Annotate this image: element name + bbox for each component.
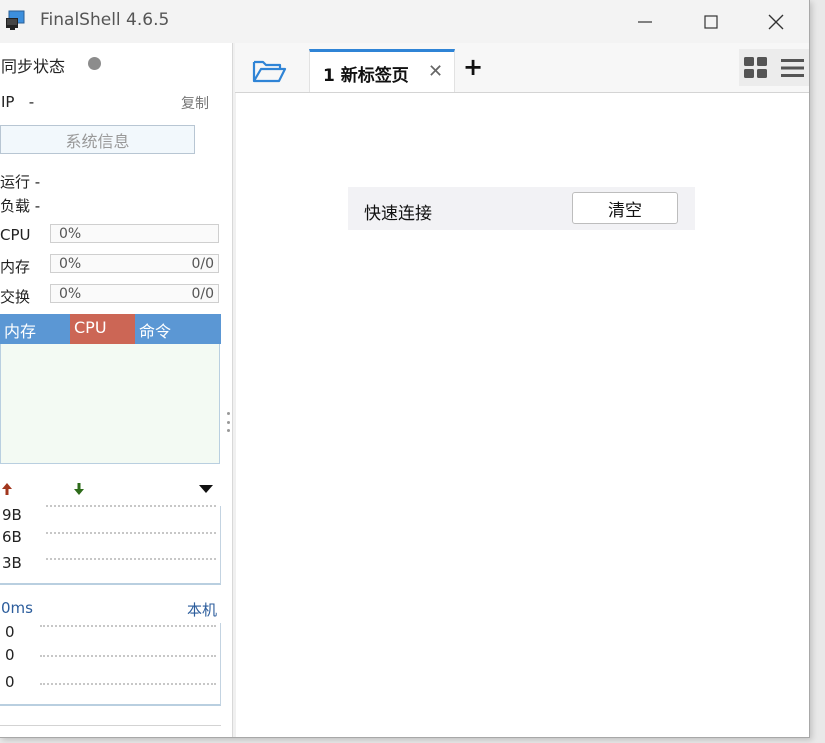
ping-target[interactable]: 本机: [187, 599, 217, 620]
copy-ip-button[interactable]: 复制: [181, 93, 209, 113]
mem-label: 内存: [0, 258, 31, 276]
close-button[interactable]: [743, 0, 809, 43]
left-panel: 同步状态 IP - 复制 系统信息 运行 - 负载 - CPU 0% 内存 0%…: [0, 43, 232, 737]
cpu-label: CPU: [0, 226, 31, 244]
add-tab-icon[interactable]: +: [463, 55, 483, 79]
swap-usage-bar: 0% 0/0: [50, 284, 219, 303]
net-scale-label: 3B: [2, 554, 22, 572]
panel-divider[interactable]: [232, 43, 236, 737]
sync-status-dot: [88, 57, 101, 70]
swap-percent: 0%: [59, 286, 82, 302]
swap-total: 0/0: [191, 286, 214, 302]
ping-scale-label: 0: [5, 646, 15, 664]
ping-gridline: [40, 683, 216, 685]
clear-button[interactable]: 清空: [572, 192, 678, 224]
minimize-icon: [638, 20, 652, 23]
system-info-button[interactable]: 系统信息: [0, 125, 195, 154]
process-table-header: 内存 CPU 命令: [0, 314, 221, 344]
net-scale-label: 9B: [2, 506, 22, 524]
mem-usage-bar: 0% 0/0: [50, 254, 219, 273]
folder-open-icon[interactable]: [251, 57, 287, 85]
finalshell-window: FinalShell 4.6.5 同步状态 IP - 复制 系统信息 运行 - …: [0, 0, 810, 738]
mem-total: 0/0: [191, 256, 214, 272]
net-gridline: [46, 505, 216, 507]
column-header-command[interactable]: 命令: [135, 314, 221, 344]
net-scale-label: 6B: [2, 528, 22, 546]
view-controls: [739, 49, 809, 86]
quick-connect-label: 快速连接: [364, 204, 432, 224]
process-table-body[interactable]: [0, 344, 220, 464]
ip-label: IP -: [1, 93, 34, 111]
divider-grip-icon[interactable]: [227, 412, 231, 432]
ping-scale-label: 0: [5, 623, 15, 641]
tab-label: 1 新标签页: [323, 66, 409, 86]
load-status: 负载 -: [0, 197, 41, 215]
network-chart: 9B 6B 3B: [0, 505, 221, 585]
download-arrow-icon: [74, 483, 84, 495]
monitor-icon: [6, 10, 25, 30]
close-icon: [768, 14, 784, 29]
net-gridline: [46, 532, 216, 534]
mem-percent: 0%: [59, 256, 82, 272]
net-gridline: [46, 558, 216, 560]
network-interface-dropdown-icon[interactable]: [198, 483, 214, 495]
title-bar: FinalShell 4.6.5: [0, 0, 809, 43]
tab-close-icon[interactable]: ✕: [428, 61, 443, 82]
ip-value: -: [28, 93, 35, 111]
ip-label-text: IP: [1, 93, 15, 111]
ping-gridline: [40, 655, 216, 657]
tab-bar: 1 新标签页 ✕ +: [235, 43, 809, 93]
run-status: 运行 -: [0, 173, 41, 191]
cpu-usage-bar: 0%: [50, 224, 219, 243]
upload-arrow-icon: [2, 483, 12, 495]
tab-new[interactable]: 1 新标签页 ✕: [309, 49, 455, 92]
quick-connect-bar: 快速连接 清空: [348, 187, 695, 230]
ping-gridline: [40, 625, 216, 627]
swap-label: 交换: [0, 288, 31, 306]
ping-scale-label: 0: [5, 673, 15, 691]
left-panel-footer: [0, 725, 221, 737]
grid-view-icon[interactable]: [743, 56, 768, 79]
ping-chart: 0 0 0: [0, 623, 221, 706]
column-header-mem[interactable]: 内存: [0, 314, 70, 344]
minimize-button[interactable]: [612, 0, 678, 43]
maximize-icon: [704, 14, 718, 29]
ping-latency: 0ms: [1, 599, 33, 617]
column-header-cpu[interactable]: CPU: [70, 314, 135, 344]
maximize-button[interactable]: [678, 0, 744, 43]
window-title: FinalShell 4.6.5: [40, 10, 170, 30]
hamburger-menu-icon[interactable]: [780, 57, 805, 79]
sync-status-label: 同步状态: [1, 57, 66, 76]
cpu-percent: 0%: [59, 226, 82, 242]
